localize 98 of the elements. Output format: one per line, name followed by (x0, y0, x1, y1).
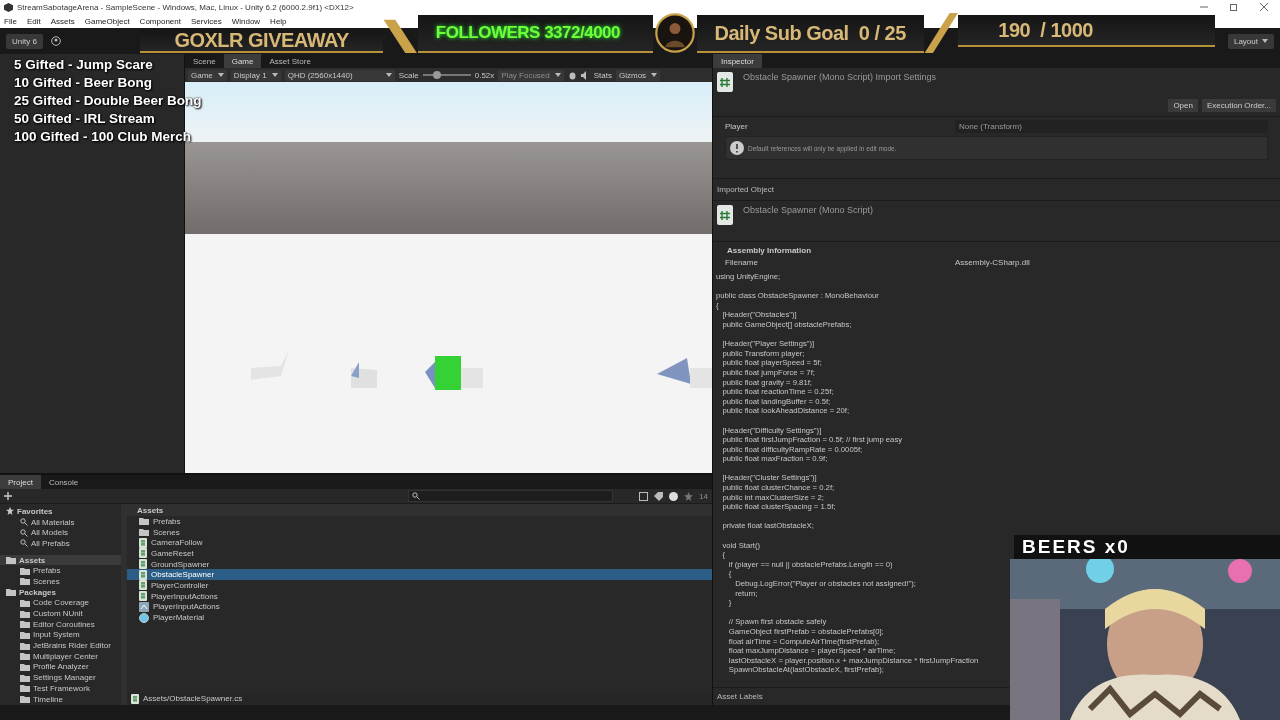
inspector-button[interactable]: Open (1168, 99, 1198, 112)
object-field[interactable]: None (Transform) (955, 120, 1268, 133)
tree-item[interactable]: JetBrains Rider Editor (0, 640, 121, 651)
tree-item[interactable]: Timeline (0, 693, 121, 705)
tree-item[interactable]: Packages (0, 586, 121, 598)
script-icon (131, 693, 139, 704)
filename-value: Assembly-CSharp.dll (955, 258, 1031, 267)
menu-item[interactable]: Component (139, 16, 181, 26)
sub-goal-counter: Daily Sub Goal 0 / 25 (714, 21, 906, 45)
menu-item[interactable]: Edit (26, 16, 41, 26)
assembly-heading: Assembly Information (726, 245, 812, 255)
favorite-item[interactable]: All Prefabs (31, 538, 70, 548)
caret-icon (651, 73, 658, 77)
menu-item[interactable]: Assets (50, 16, 75, 26)
favorites-heading[interactable]: Favorites (17, 506, 53, 516)
breadcrumb: Assets (127, 504, 712, 516)
tree-item[interactable]: Code Coverage (0, 597, 121, 609)
menu-item[interactable]: Help (270, 16, 287, 26)
tree-item[interactable]: Prefabs (0, 565, 121, 577)
info-icon (730, 141, 744, 155)
asset-item[interactable]: PlayerInputActions (127, 590, 712, 602)
asset-item[interactable]: GroundSpawner (127, 558, 712, 570)
restore-icon[interactable] (1230, 3, 1238, 11)
asset-item[interactable]: Scenes (127, 526, 712, 538)
asset-item[interactable]: PlayerController (127, 580, 712, 591)
tree-item[interactable]: Input System (0, 629, 121, 641)
input-actions-icon (139, 601, 149, 612)
account-icon[interactable] (50, 36, 61, 46)
panel-tab[interactable]: Project (0, 475, 41, 489)
favorite-item[interactable]: All Materials (31, 517, 75, 527)
scale-label: Scale (398, 70, 419, 80)
reward-text: 5 Gifted - Jump Scare (14, 56, 153, 74)
account-button[interactable]: Unity 6 (6, 33, 43, 49)
add-icon[interactable] (4, 492, 12, 500)
tree-item[interactable]: Multiplayer Center (0, 650, 121, 662)
caret-icon (554, 73, 561, 77)
window-title: StreamSabotageArena - SampleScene - Windows, Mac, Linux - Unity 6.2 (6000.2.9f1) <DX12> (17, 2, 354, 12)
inspector-title: Obstacle Spawner (Mono Script) Import Settings (743, 72, 938, 84)
visible-count: 14 (699, 491, 708, 501)
tree-item[interactable]: Assets (0, 554, 121, 566)
layout-button[interactable]: Layout (1227, 33, 1274, 49)
menu-item[interactable]: Window (231, 16, 261, 26)
giveaway-title: GOXLR GIVEAWAY (174, 28, 349, 52)
asset-item[interactable]: PlayerInputActions (127, 601, 712, 613)
search-icon (412, 492, 420, 500)
caret-icon (1262, 39, 1268, 43)
asset-item[interactable]: CameraFollow (127, 537, 712, 549)
tree-item[interactable]: Editor Coroutines (0, 618, 121, 630)
search-field[interactable] (408, 490, 613, 502)
reward-text: 50 Gifted - IRL Stream (14, 110, 155, 128)
scale-slider[interactable] (433, 71, 442, 79)
menu-item[interactable]: GameObject (84, 16, 130, 26)
asset-item[interactable]: ObstacleSpawner (127, 569, 712, 581)
inspector-tab[interactable]: Inspector (713, 54, 762, 68)
panel-tab[interactable]: Game (223, 54, 262, 68)
star-icon (6, 507, 14, 516)
material-sphere-icon (139, 612, 149, 623)
imported-title: Obstacle Spawner (Mono Script) (743, 205, 875, 217)
favorite-item[interactable]: All Models (31, 528, 68, 538)
menu-item[interactable]: File (4, 16, 17, 26)
panel-tab[interactable]: Asset Store (261, 54, 319, 68)
followers-counter: FOLLOWERS 3372/4000 (435, 23, 621, 43)
field-label: Filename (725, 258, 759, 267)
asset-item[interactable]: Prefabs (127, 516, 712, 527)
asset-item[interactable]: PlayerMaterial (127, 612, 712, 623)
panel-tab[interactable]: Scene (185, 54, 224, 68)
unity-logo-icon (4, 2, 13, 12)
caret-icon (217, 73, 224, 77)
asset-item[interactable]: GameReset (127, 548, 712, 559)
tree-item[interactable]: Profile Analyzer (0, 661, 121, 673)
menu-item[interactable]: Services (190, 16, 222, 26)
panel-tab[interactable]: Console (40, 475, 87, 489)
close-icon[interactable] (1260, 3, 1268, 11)
resolution-dropdown[interactable]: QHD (2560x1440) (284, 69, 395, 81)
label-icon[interactable] (654, 491, 664, 501)
beers-counter: BEERS x0 (1014, 535, 1280, 559)
asset-path: Assets/ObstacleSpawner.cs (143, 694, 243, 703)
search-icon (20, 539, 28, 548)
star-icon[interactable] (684, 491, 694, 501)
reward-text: 10 Gifted - Beer Bong (14, 74, 153, 92)
caret-icon (385, 73, 392, 77)
stats-toggle[interactable]: Stats (593, 70, 612, 80)
tree-item[interactable]: Custom NUnit (0, 608, 121, 619)
caret-icon (271, 73, 278, 77)
inspector-button[interactable]: Execution Order... (1201, 99, 1276, 112)
play-mode-dropdown[interactable]: Play Focused (498, 69, 564, 81)
script-file-icon (717, 72, 733, 92)
scale-value: 0.52x (474, 70, 495, 80)
gizmos-dropdown[interactable]: Gizmos (616, 69, 661, 81)
tree-item[interactable]: Scenes (0, 576, 121, 587)
section-heading: Imported Object (713, 178, 1280, 201)
tree-item[interactable]: Test Framework (0, 683, 121, 694)
field-label: Player (725, 122, 749, 131)
view-dropdown[interactable]: Game (188, 69, 227, 81)
display-dropdown[interactable]: Display 1 (230, 69, 281, 81)
script-file-icon (717, 205, 733, 225)
tree-item[interactable]: Settings Manager (0, 672, 121, 683)
goal-counter: 190 / 1000 (998, 18, 1093, 42)
